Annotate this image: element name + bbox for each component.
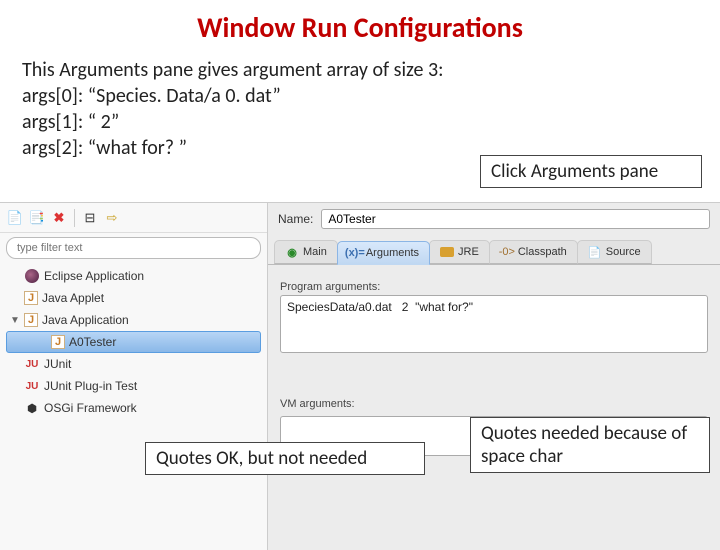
tree-label: JUnit (44, 357, 71, 371)
java-app-icon: J (24, 313, 38, 327)
main-tab-icon: ◉ (285, 245, 299, 259)
run-config-dialog: 📄 📑 ✖ ⊟ ⇨ Eclipse Application J Java App… (0, 202, 720, 550)
tab-source[interactable]: 📄 Source (577, 240, 652, 264)
intro-line: args[1]: “ 2” (22, 109, 720, 135)
callout-quotes-ok: Quotes OK, but not needed (145, 442, 425, 475)
java-app-icon: J (51, 335, 65, 349)
tab-label: Source (606, 246, 641, 258)
tree-label: Eclipse Application (44, 269, 144, 283)
link-icon[interactable]: ⇨ (103, 209, 121, 227)
tree-label: A0Tester (69, 335, 116, 349)
program-args-input[interactable] (280, 295, 708, 353)
left-pane: 📄 📑 ✖ ⊟ ⇨ Eclipse Application J Java App… (0, 203, 268, 550)
intro-block: This Arguments pane gives argument array… (22, 57, 720, 161)
name-input[interactable] (321, 209, 710, 229)
delete-config-icon[interactable]: ✖ (50, 209, 68, 227)
tab-label: Classpath (518, 246, 567, 258)
vm-args-label: VM arguments: (280, 398, 708, 410)
intro-line: args[0]: “Species. Data/a 0. dat” (22, 83, 720, 109)
java-applet-icon: J (24, 291, 38, 305)
tree-label: Java Applet (42, 291, 104, 305)
tab-jre[interactable]: JRE (429, 240, 490, 264)
config-tree: Eclipse Application J Java Applet ▼ J Ja… (4, 265, 263, 419)
callout-quotes-needed: Quotes needed because of space char (470, 417, 710, 473)
intro-line: This Arguments pane gives argument array… (22, 57, 720, 83)
tree-item-a0tester[interactable]: J A0Tester (6, 331, 261, 353)
jre-tab-icon (440, 245, 454, 259)
osgi-icon: ⬢ (24, 400, 40, 416)
left-toolbar: 📄 📑 ✖ ⊟ ⇨ (0, 203, 267, 233)
filter-box (6, 237, 261, 259)
tree-label: JUnit Plug-in Test (44, 379, 137, 393)
name-label: Name: (278, 212, 313, 226)
program-args-label: Program arguments: (280, 281, 708, 293)
tree-item-java-application[interactable]: ▼ J Java Application (4, 309, 263, 331)
classpath-tab-icon: -0> (500, 245, 514, 259)
tree-item-java-applet[interactable]: J Java Applet (4, 287, 263, 309)
eclipse-icon (24, 268, 40, 284)
tree-item-eclipse-app[interactable]: Eclipse Application (4, 265, 263, 287)
collapse-all-icon[interactable]: ⊟ (81, 209, 99, 227)
tree-item-junit-plugin[interactable]: JU JUnit Plug-in Test (4, 375, 263, 397)
source-tab-icon: 📄 (588, 245, 602, 259)
name-row: Name: (268, 203, 720, 235)
slide-title: Window Run Configurations (0, 10, 720, 45)
junit-icon: JU (24, 356, 40, 372)
tab-label: Arguments (366, 247, 419, 259)
right-pane: Name: ◉ Main (x)= Arguments JRE -0> Clas… (268, 203, 720, 550)
tab-strip: ◉ Main (x)= Arguments JRE -0> Classpath … (268, 235, 720, 265)
arguments-tab-icon: (x)= (348, 246, 362, 260)
tab-classpath[interactable]: -0> Classpath (489, 240, 578, 264)
tree-item-osgi[interactable]: ⬢ OSGi Framework (4, 397, 263, 419)
tab-label: JRE (458, 246, 479, 258)
tab-label: Main (303, 246, 327, 258)
tree-label: OSGi Framework (44, 401, 137, 415)
toolbar-separator (74, 209, 75, 227)
tab-main[interactable]: ◉ Main (274, 240, 338, 264)
filter-input[interactable] (6, 237, 261, 259)
callout-click-arguments: Click Arguments pane (480, 155, 702, 188)
duplicate-config-icon[interactable]: 📑 (28, 209, 46, 227)
tab-arguments[interactable]: (x)= Arguments (337, 241, 430, 265)
tree-item-junit[interactable]: JU JUnit (4, 353, 263, 375)
tree-label: Java Application (42, 313, 129, 327)
junit-plugin-icon: JU (24, 378, 40, 394)
disclosure-down-icon: ▼ (10, 315, 20, 326)
new-config-icon[interactable]: 📄 (6, 209, 24, 227)
